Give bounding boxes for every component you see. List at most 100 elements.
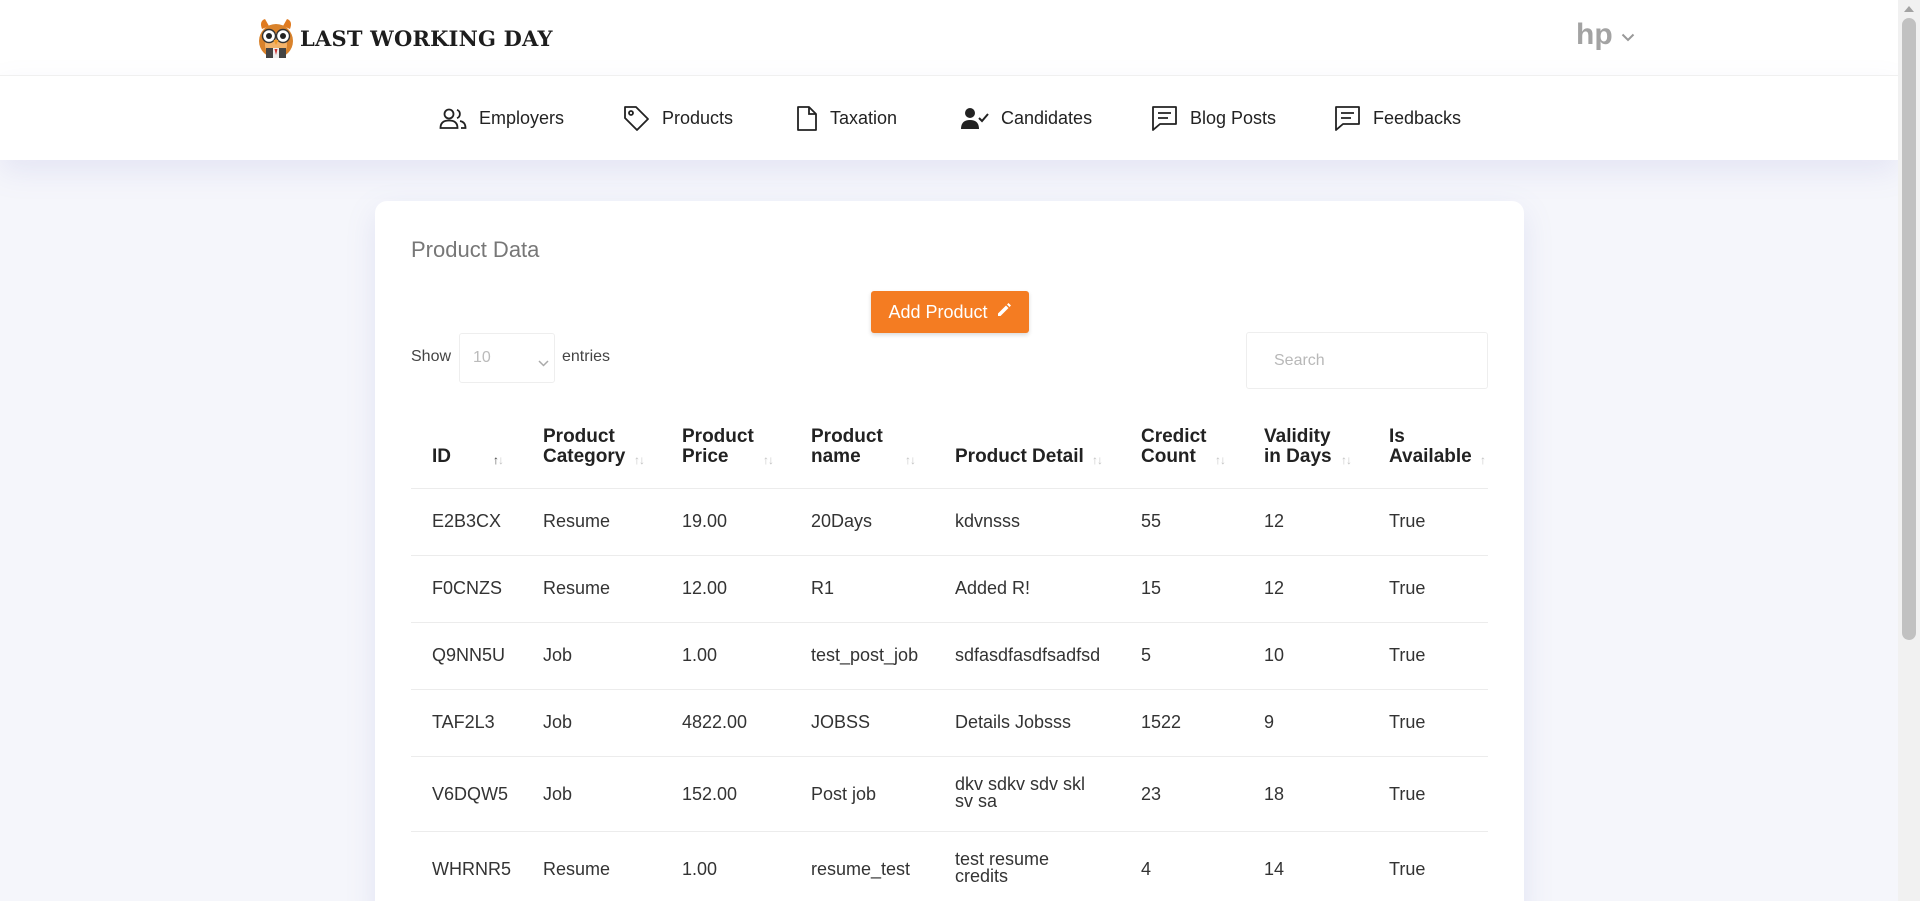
cell-category: Resume <box>543 859 611 879</box>
column-header-product-price[interactable]: Product Price <box>682 427 754 467</box>
page-title: Product Data <box>411 237 540 262</box>
table-row[interactable]: TAF2L3 Job 4822.00 JOBSS Details Jobsss … <box>411 690 1488 757</box>
message-icon <box>1151 105 1178 132</box>
user-menu[interactable]: hp <box>1576 18 1635 52</box>
scrollbar[interactable] <box>1898 0 1920 901</box>
nav-label: Taxation <box>830 108 898 128</box>
scrollbar-up-arrow[interactable] <box>1904 6 1914 12</box>
entries-per-page-select[interactable]: 10 <box>459 333 555 383</box>
cell-available: True <box>1389 645 1426 665</box>
sort-icon[interactable]: ↑↓ <box>1215 453 1226 467</box>
cell-detail: test resume credits <box>955 849 1050 886</box>
cell-detail: Details Jobsss <box>955 712 1072 732</box>
column-header-is-available[interactable]: Is Available <box>1389 427 1472 467</box>
cell-category: Job <box>543 645 573 665</box>
table-row[interactable]: Q9NN5U Job 1.00 test_post_job sdfasdfasd… <box>411 623 1488 690</box>
sort-icon[interactable]: ↑ <box>1480 453 1486 467</box>
cell-credit: 23 <box>1141 784 1162 804</box>
cell-name: resume_test <box>811 859 911 879</box>
users-icon <box>439 108 467 130</box>
sort-icon[interactable]: ↑↓ <box>763 453 774 467</box>
cell-name: test_post_job <box>811 645 919 665</box>
cell-credit: 1522 <box>1141 712 1182 732</box>
column-header-id[interactable]: ID <box>432 447 451 467</box>
column-header-product-name[interactable]: Product name <box>811 427 883 467</box>
column-header-product-category[interactable]: Product Category <box>543 427 625 467</box>
cell-available: True <box>1389 712 1426 732</box>
column-header-product-detail[interactable]: Product Detail <box>955 447 1084 467</box>
cell-detail: kdvnsss <box>955 511 1021 531</box>
message-icon <box>1334 105 1361 132</box>
product-data-card: Product Data Add Product Show 10 entries… <box>375 201 1524 901</box>
cell-validity: 10 <box>1264 645 1285 665</box>
column-header-credict-count[interactable]: Credict Count <box>1141 427 1206 467</box>
cell-credit: 4 <box>1141 859 1152 879</box>
cell-validity: 9 <box>1264 712 1275 732</box>
nav-label: Employers <box>479 108 565 128</box>
brand-name: LAST WORKING DAY <box>300 25 553 51</box>
top-header: LAST WORKING DAY hp <box>0 0 1898 75</box>
cell-available: True <box>1389 784 1426 804</box>
nav-item-blog-posts[interactable]: Blog Posts <box>1151 76 1276 161</box>
table-row[interactable]: E2B3CX Resume 19.00 20Days kdvnsss 55 12… <box>411 489 1488 556</box>
cell-detail: Added R! <box>955 578 1031 598</box>
table-row[interactable]: WHRNR5 Resume 1.00 resume_test test resu… <box>411 832 1488 901</box>
document-icon <box>796 105 818 132</box>
cell-id: TAF2L3 <box>432 712 495 732</box>
cell-price: 1.00 <box>682 859 718 879</box>
cell-category: Job <box>543 784 573 804</box>
nav-item-candidates[interactable]: Candidates <box>961 76 1092 161</box>
table-header: ID ↑↓ Product Category ↑↓ Product Price ↑↓… <box>411 411 1488 489</box>
nav-label: Feedbacks <box>1373 108 1462 128</box>
column-header-validity-in-days[interactable]: Validity in Days <box>1264 427 1332 467</box>
cell-name: 20Days <box>811 511 873 531</box>
tag-icon <box>623 105 650 132</box>
brand-logo[interactable]: LAST WORKING DAY <box>256 17 553 59</box>
entries-label: entries <box>562 348 611 365</box>
nav-item-products[interactable]: Products <box>623 76 733 161</box>
entries-per-page-value: 10 <box>473 349 491 366</box>
cell-id: E2B3CX <box>432 511 502 531</box>
cell-credit: 5 <box>1141 645 1152 665</box>
cell-available: True <box>1389 859 1426 879</box>
sort-icon[interactable]: ↑↓ <box>1341 453 1352 467</box>
chevron-down-icon <box>1621 29 1635 47</box>
sort-icon[interactable]: ↑↓ <box>493 453 504 467</box>
sort-icon[interactable]: ↑↓ <box>634 453 645 467</box>
cell-id: F0CNZS <box>432 578 503 598</box>
table-row[interactable]: F0CNZS Resume 12.00 R1 Added R! 15 12 Tr… <box>411 556 1488 623</box>
add-product-label: Add Product <box>888 301 988 322</box>
cell-price: 4822.00 <box>682 712 748 732</box>
nav-item-employers[interactable]: Employers <box>439 76 564 161</box>
cell-price: 12.00 <box>682 578 728 598</box>
owl-logo-icon <box>256 17 296 59</box>
main-nav: Employers Products Taxation Candidates B… <box>0 75 1898 160</box>
cell-validity: 12 <box>1264 511 1285 531</box>
cell-name: Post job <box>811 784 877 804</box>
table-row[interactable]: V6DQW5 Job 152.00 Post job dkv sdkv sdv … <box>411 757 1488 832</box>
scrollbar-thumb[interactable] <box>1902 18 1916 640</box>
cell-id: V6DQW5 <box>432 784 509 804</box>
cell-available: True <box>1389 578 1426 598</box>
cell-category: Resume <box>543 511 611 531</box>
cell-price: 19.00 <box>682 511 728 531</box>
cell-category: Job <box>543 712 573 732</box>
user-check-icon <box>961 107 989 131</box>
pencil-icon <box>988 302 1012 323</box>
add-product-button[interactable]: Add Product <box>871 291 1029 333</box>
cell-validity: 14 <box>1264 859 1285 879</box>
nav-item-taxation[interactable]: Taxation <box>796 76 897 161</box>
nav-item-feedbacks[interactable]: Feedbacks <box>1334 76 1461 161</box>
cell-credit: 15 <box>1141 578 1162 598</box>
nav-label: Candidates <box>1001 108 1093 128</box>
cell-price: 1.00 <box>682 645 718 665</box>
cell-name: JOBSS <box>811 712 871 732</box>
sort-icon[interactable]: ↑↓ <box>905 453 916 467</box>
cell-available: True <box>1389 511 1426 531</box>
products-table: ID ↑↓ Product Category ↑↓ Product Price ↑↓… <box>411 411 1488 901</box>
sort-icon[interactable]: ↑↓ <box>1092 453 1103 467</box>
cell-validity: 12 <box>1264 578 1285 598</box>
cell-credit: 55 <box>1141 511 1162 531</box>
search-input[interactable] <box>1246 332 1488 389</box>
cell-detail: dkv sdkv sdv skl sv sa <box>955 774 1086 811</box>
